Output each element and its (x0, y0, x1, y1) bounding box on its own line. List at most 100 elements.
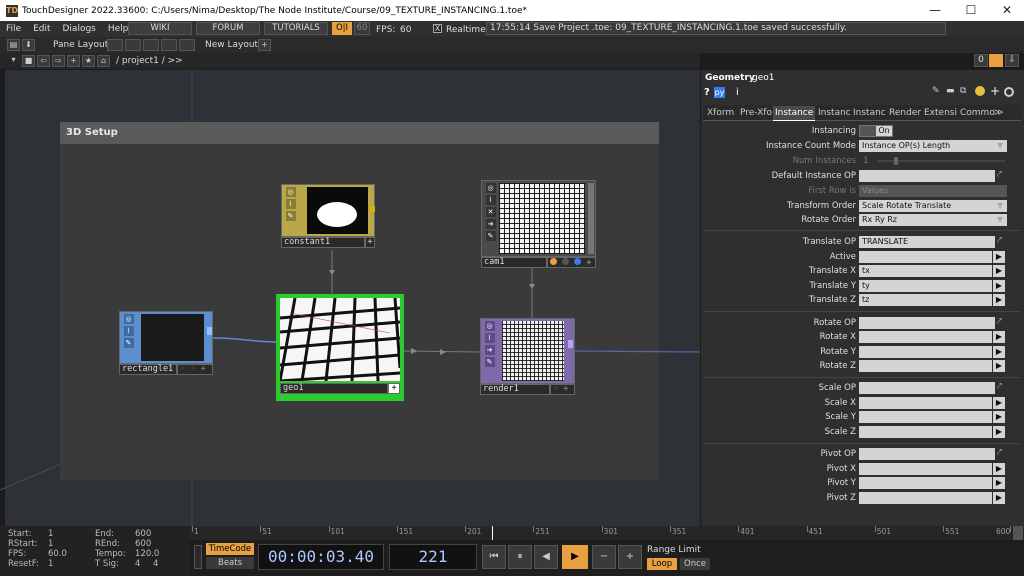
constant1-label[interactable]: constant1 (281, 237, 365, 248)
close-button[interactable]: ✕ (990, 0, 1024, 21)
layout-split-h-icon[interactable] (125, 39, 141, 51)
fps-cap-field[interactable]: 60 (354, 22, 370, 35)
maximize-button[interactable]: ☐ (954, 0, 988, 21)
layout-triple-icon[interactable] (161, 39, 177, 51)
timecode-display[interactable]: 00:00:03.40 (258, 544, 384, 570)
home-icon[interactable]: ⌂ (97, 55, 110, 67)
pane-pin-icon[interactable] (989, 54, 1003, 67)
tab-xform[interactable]: Xform (707, 108, 734, 118)
arrow-right-icon[interactable]: ▶ (993, 477, 1005, 489)
pause-icon[interactable]: ⏸ (508, 545, 532, 569)
num-instances-value[interactable]: 1 (863, 156, 869, 166)
back-icon[interactable]: ⇦ (37, 55, 50, 67)
op-picker-icon[interactable]: ⤤ (997, 236, 1002, 246)
settings-icon[interactable] (1004, 87, 1014, 97)
rend-frame[interactable]: 600 (135, 539, 151, 549)
param-op-name[interactable]: geo1 (752, 73, 774, 83)
start-frame[interactable]: 1 (48, 529, 53, 539)
op-picker-icon[interactable]: ⤤ (997, 382, 1002, 392)
bookmark-star-icon[interactable]: ★ (82, 55, 95, 67)
add-icon[interactable]: + (67, 55, 80, 67)
default-op-field[interactable] (859, 170, 995, 182)
minimize-button[interactable]: — (918, 0, 952, 21)
step-forward-icon[interactable]: + (618, 545, 642, 569)
rotate-z-field[interactable] (859, 360, 992, 372)
step-back-icon[interactable]: − (592, 545, 616, 569)
pivot-y-field[interactable] (859, 477, 992, 489)
translate-op-field[interactable]: TRANSLATE (859, 236, 995, 248)
op-picker-icon[interactable]: ⤤ (997, 448, 1002, 458)
tempo-field[interactable]: 120.0 (135, 549, 159, 559)
op-picker-icon[interactable]: ⤤ (997, 170, 1002, 180)
stop-icon[interactable]: ■ (22, 55, 35, 67)
forward-icon[interactable]: ⇨ (52, 55, 65, 67)
realtime-checkbox[interactable]: X (433, 24, 442, 33)
rewind-icon[interactable]: ⏮ (482, 545, 506, 569)
add-param-icon[interactable]: + (990, 84, 1000, 98)
once-toggle[interactable]: Once (680, 558, 710, 570)
timeline-scroll-icon[interactable] (1013, 526, 1023, 540)
tab-render[interactable]: Render (889, 108, 921, 118)
rotate-x-field[interactable] (859, 331, 992, 343)
resetf-field[interactable]: 1 (48, 559, 53, 569)
tutorials-button[interactable]: TUTORIALS (264, 22, 328, 35)
arrow-right-icon[interactable]: ▶ (993, 426, 1005, 438)
render1-label[interactable]: render1 (480, 384, 550, 395)
rstart-frame[interactable]: 1 (48, 539, 53, 549)
arrow-right-icon[interactable]: ▶ (993, 331, 1005, 343)
arrow-right-icon[interactable]: ▶ (993, 294, 1005, 306)
pivot-x-field[interactable] (859, 463, 992, 475)
layout-single-icon[interactable] (107, 39, 123, 51)
tab-more[interactable]: ≫ (994, 108, 1003, 118)
python-help-icon[interactable]: py (714, 87, 725, 98)
rotate-y-field[interactable] (859, 346, 992, 358)
node-render1[interactable]: ◎ ⌇ ➔ ✎ render1 ◦ + (480, 318, 575, 396)
timebar-toggle[interactable] (194, 545, 202, 569)
arrow-right-icon[interactable]: ▶ (993, 411, 1005, 423)
arrow-right-icon[interactable]: ▶ (993, 360, 1005, 372)
slider-handle[interactable] (894, 157, 898, 165)
beats-toggle[interactable]: Beats (206, 557, 254, 569)
new-layout-add-button[interactable]: + (258, 39, 271, 51)
rectangle1-label[interactable]: rectangle1 (119, 364, 177, 375)
pane-split-icon[interactable]: ▤ (7, 39, 20, 51)
instancing-toggle[interactable]: On (859, 125, 893, 137)
arrow-right-icon[interactable]: ▶ (993, 251, 1005, 263)
pane-download-icon[interactable]: ⬇ (22, 39, 35, 51)
end-frame[interactable]: 600 (135, 529, 151, 539)
pane-expand-icon[interactable]: ⇩ (1005, 54, 1019, 67)
tab-extensions[interactable]: Extensi (924, 108, 957, 118)
active-field[interactable] (859, 251, 992, 263)
scale-z-field[interactable] (859, 426, 992, 438)
edit-pencil-icon[interactable]: ✎ (932, 86, 940, 96)
info-icon[interactable]: i (736, 87, 739, 98)
pivot-z-field[interactable] (859, 492, 992, 504)
arrow-right-icon[interactable]: ▶ (993, 346, 1005, 358)
layout-quad-icon[interactable] (179, 39, 195, 51)
arrow-right-icon[interactable]: ▶ (993, 280, 1005, 292)
geo1-label[interactable]: geo1 (280, 383, 388, 394)
menu-file[interactable]: File (0, 24, 27, 34)
timecode-toggle[interactable]: TimeCode (206, 543, 254, 555)
tab-instance-3[interactable]: Instanc (853, 108, 886, 118)
tab-pre-xform[interactable]: Pre-Xfo (740, 108, 772, 118)
cam1-label[interactable]: cam1 (481, 257, 547, 268)
network-path[interactable]: / project1 / >> (116, 56, 183, 66)
translate-y-field[interactable]: ty (859, 280, 992, 292)
op-picker-icon[interactable]: ⤤ (997, 317, 1002, 327)
python-icon[interactable] (975, 86, 985, 96)
menu-edit[interactable]: Edit (27, 24, 56, 34)
play-reverse-icon[interactable]: ◀ (534, 545, 558, 569)
menu-dialogs[interactable]: Dialogs (57, 24, 102, 34)
arrow-right-icon[interactable]: ▶ (993, 463, 1005, 475)
new-layout-label[interactable]: New Layout (205, 40, 258, 50)
tab-instance[interactable]: Instance (773, 106, 816, 121)
rotate-order-menu[interactable]: Rx Ry Rz (859, 214, 1007, 226)
play-forward-icon[interactable]: ▶ (562, 545, 588, 569)
forum-button[interactable]: FORUM (196, 22, 260, 35)
scale-y-field[interactable] (859, 411, 992, 423)
transform-order-menu[interactable]: Scale Rotate Translate (859, 200, 1007, 212)
pane-menu-icon[interactable]: ▾ (7, 55, 20, 67)
arrow-right-icon[interactable]: ▶ (993, 492, 1005, 504)
layout-split-v-icon[interactable] (143, 39, 159, 51)
